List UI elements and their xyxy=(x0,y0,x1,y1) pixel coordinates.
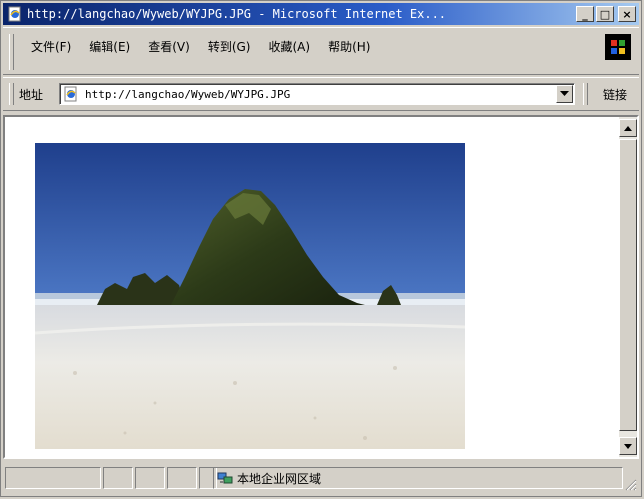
arrow-up-icon xyxy=(624,125,632,131)
address-toolbar: 地址 http://langchao/Wyweb/WYJPG.JPG 链接 xyxy=(3,77,639,111)
address-input[interactable]: http://langchao/Wyweb/WYJPG.JPG xyxy=(59,83,575,105)
links-button[interactable]: 链接 xyxy=(603,86,627,103)
status-pane-main xyxy=(5,467,101,489)
page-content xyxy=(3,115,639,459)
vertical-scrollbar[interactable] xyxy=(619,117,637,457)
status-bar: 本地企业网区域 xyxy=(3,463,639,493)
maximize-icon: □ xyxy=(599,7,611,21)
menu-favorites[interactable]: 收藏(A) xyxy=(268,38,310,55)
ie-page-icon xyxy=(8,6,21,22)
minimize-icon: _ xyxy=(582,7,588,21)
haystack-rock-photo xyxy=(35,143,465,449)
address-url: http://langchao/Wyweb/WYJPG.JPG xyxy=(85,87,291,101)
title-bar[interactable]: http://langchao/Wyweb/WYJPG.JPG - Micros… xyxy=(3,3,639,25)
menu-help[interactable]: 帮助(H) xyxy=(328,38,370,55)
arrow-down-icon xyxy=(624,443,632,449)
scroll-down-button[interactable] xyxy=(619,437,637,455)
window-title: http://langchao/Wyweb/WYJPG.JPG - Micros… xyxy=(27,7,447,21)
windows-logo-icon xyxy=(605,34,631,60)
local-intranet-icon xyxy=(217,472,233,484)
scroll-thumb[interactable] xyxy=(619,139,637,431)
status-pane xyxy=(167,467,197,489)
address-dropdown-button[interactable] xyxy=(556,85,573,103)
menu-edit[interactable]: 编辑(E) xyxy=(89,38,130,55)
browser-window: http://langchao/Wyweb/WYJPG.JPG - Micros… xyxy=(0,0,642,497)
close-button[interactable]: × xyxy=(618,6,636,22)
menu-file[interactable]: 文件(F) xyxy=(31,38,71,55)
maximize-button[interactable]: □ xyxy=(596,6,614,22)
chevron-down-icon xyxy=(560,91,569,96)
ie-page-icon xyxy=(64,86,77,102)
toolbar-separator[interactable] xyxy=(583,83,588,105)
scroll-up-button[interactable] xyxy=(619,119,637,137)
status-pane xyxy=(103,467,133,489)
address-grip[interactable] xyxy=(9,83,14,105)
menu-go[interactable]: 转到(G) xyxy=(208,38,251,55)
menu-view[interactable]: 查看(V) xyxy=(148,38,190,55)
menu-bar: 文件(F) 编辑(E) 查看(V) 转到(G) 收藏(A) 帮助(H) xyxy=(3,27,639,75)
address-label: 地址 xyxy=(19,88,44,102)
minimize-button[interactable]: _ xyxy=(576,6,594,22)
resize-grip-icon[interactable] xyxy=(623,477,637,491)
close-icon: × xyxy=(622,7,632,21)
menu-grip[interactable] xyxy=(9,34,14,70)
security-zone-label: 本地企业网区域 xyxy=(237,472,322,486)
status-pane xyxy=(135,467,165,489)
